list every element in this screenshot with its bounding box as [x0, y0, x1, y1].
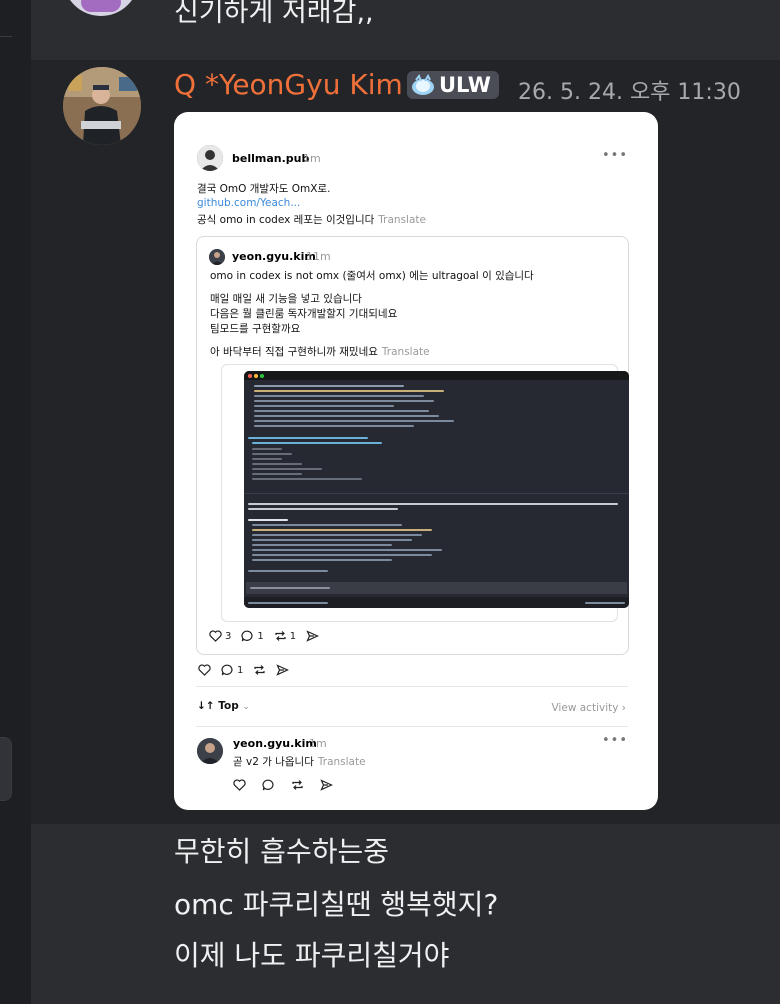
reply-username[interactable]: yeon.gyu.kim: [233, 737, 317, 750]
share-icon: [306, 630, 320, 642]
repost-icon[interactable]: [291, 779, 304, 791]
reply-avatar[interactable]: [197, 738, 223, 764]
share-icon: [276, 664, 290, 676]
quoted-repost[interactable]: 1: [274, 630, 296, 642]
quoted-translate[interactable]: Translate: [382, 346, 430, 358]
chevron-right-icon: ›: [621, 702, 626, 714]
message-line: 이제 나도 파쿠리칠거야: [174, 939, 450, 972]
message-line: 무한히 흡수하는중: [174, 835, 389, 868]
avatar[interactable]: [63, 67, 141, 145]
quoted-actions: 3 1 1: [209, 630, 320, 642]
author-name[interactable]: Q *YeonGyu Kim: [174, 68, 403, 101]
heart-icon[interactable]: [233, 779, 246, 791]
comment-icon: [221, 664, 233, 676]
share-icon[interactable]: [320, 779, 333, 791]
terminal-screenshot[interactable]: [221, 364, 629, 622]
post-actions: 1: [198, 664, 290, 676]
more-icon[interactable]: •••: [602, 148, 628, 163]
post-repost[interactable]: [253, 664, 266, 676]
post-like[interactable]: [198, 664, 211, 676]
post-share[interactable]: [276, 664, 290, 676]
quoted-line2: 매일 매일 새 기능을 넣고 있습니다: [210, 293, 362, 305]
reply-time: 1m: [309, 737, 327, 750]
rail-divider: [0, 36, 12, 37]
badge-icon: [412, 74, 434, 95]
quoted-reply[interactable]: 1: [241, 630, 264, 642]
chevron-down-icon: ⌄: [242, 702, 250, 712]
quoted-line5: 아 바닥부터 직접 구현하니까 재밌네요: [210, 346, 378, 358]
post-text-line3: 공식 omo in codex 레포는 이것입니다: [197, 214, 375, 226]
quoted-line1: omo in codex is not omx (줄여서 omx) 에는 ult…: [210, 270, 534, 282]
post-time: 1m: [303, 152, 321, 165]
heart-icon: [209, 630, 222, 642]
repost-icon: [275, 631, 286, 641]
quoted-username[interactable]: yeon.gyu.kim: [232, 250, 316, 263]
divider: [196, 726, 628, 727]
sort-control[interactable]: ↓↑ Top ⌄: [197, 700, 250, 712]
previous-message-text: 신기하게 저래감,,: [174, 0, 374, 28]
quoted-avatar[interactable]: [209, 249, 225, 265]
left-rail: [0, 0, 31, 1004]
divider: [196, 686, 628, 687]
quoted-share[interactable]: [306, 630, 320, 642]
sort-icon: ↓↑: [197, 700, 215, 712]
quoted-line3: 다음은 뭘 클린룸 독자개발할지 기대되네요: [210, 308, 398, 320]
comment-icon: [241, 630, 253, 642]
more-icon[interactable]: •••: [602, 733, 628, 748]
reply-actions: [233, 779, 333, 791]
post-text-line1: 결국 OmO 개발자도 OmX로.: [197, 183, 331, 195]
terminal-window: [244, 371, 629, 608]
comment-icon[interactable]: [262, 779, 275, 791]
badge-label: ULW: [439, 73, 491, 97]
post-link[interactable]: github.com/Yeach...: [197, 197, 300, 209]
view-activity-link[interactable]: View activity ›: [551, 702, 626, 714]
quoted-like[interactable]: 3: [209, 630, 231, 642]
embedded-image[interactable]: bellman.pub 1m ••• 결국 OmO 개발자도 OmX로. git…: [174, 112, 658, 810]
message-line: omc 파쿠리칠땐 행복햇지?: [174, 888, 499, 921]
reply-text: 곧 v2 가 나옵니다: [233, 756, 314, 768]
quoted-time: 11m: [306, 250, 331, 263]
post-username[interactable]: bellman.pub: [232, 152, 309, 165]
role-badge[interactable]: ULW: [407, 71, 499, 99]
heart-icon: [198, 664, 211, 676]
quoted-post[interactable]: yeon.gyu.kim 11m omo in codex is not omx…: [196, 236, 629, 655]
post-reply[interactable]: 1: [221, 664, 243, 676]
rail-indicator[interactable]: [0, 737, 12, 801]
post-avatar[interactable]: [197, 145, 223, 171]
message-timestamp: 26. 5. 24. 오후 11:30: [518, 80, 741, 105]
reply-translate[interactable]: Translate: [318, 756, 366, 768]
repost-icon: [254, 665, 265, 675]
post-translate[interactable]: Translate: [378, 214, 426, 226]
quoted-line4: 팀모드를 구현할까요: [210, 323, 301, 335]
